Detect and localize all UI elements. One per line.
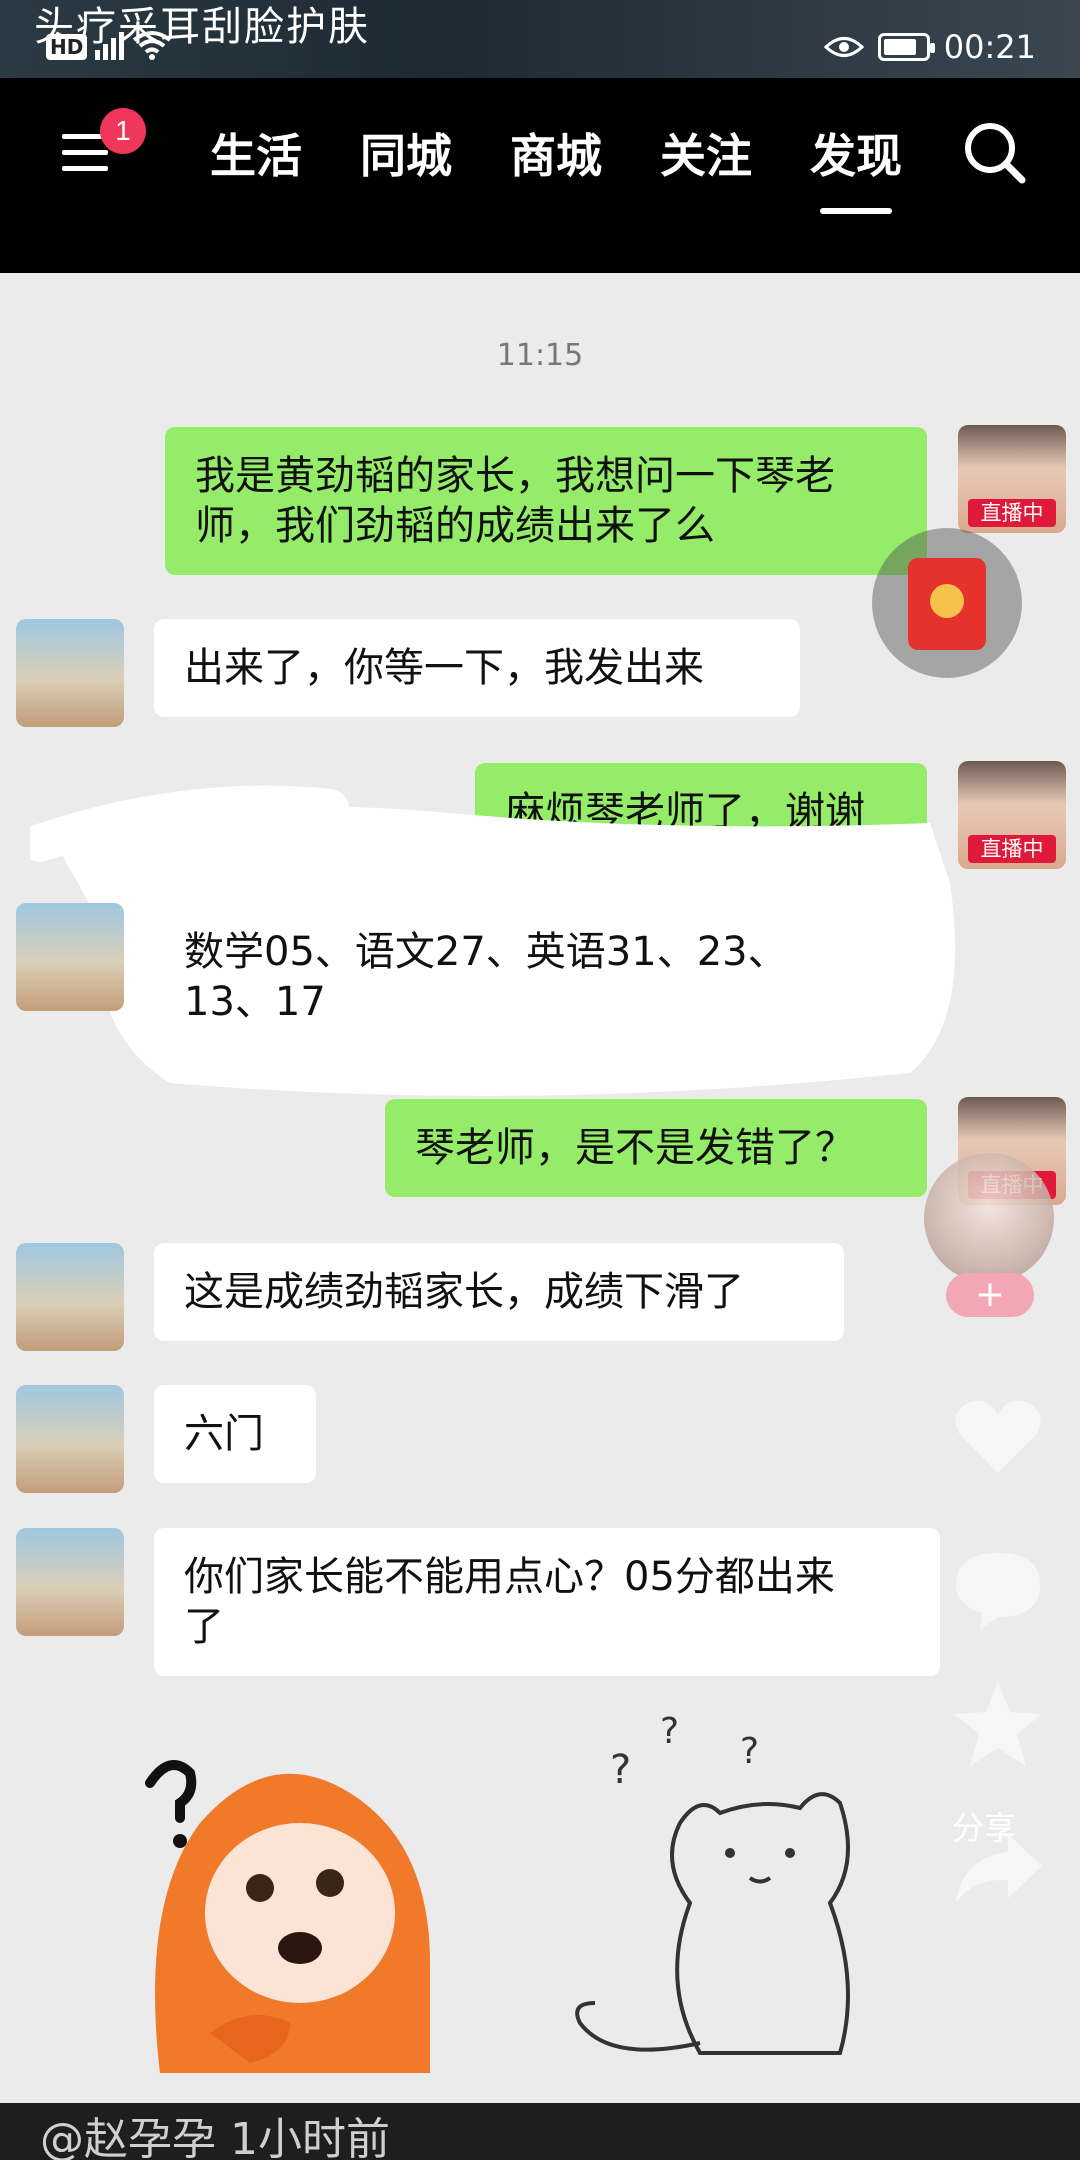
tab-discover[interactable]: 发现 [810, 120, 902, 214]
sticker-images: ? ? ? [145, 1711, 850, 2073]
tab-following[interactable]: 关注 [660, 120, 752, 186]
top-nav: 1 生活 同城 商城 关注 发现 [0, 78, 1080, 273]
message-bubble-other: 六门 [154, 1385, 316, 1483]
status-left: HD [46, 30, 172, 60]
clock: 00:21 [943, 28, 1036, 66]
avatar-teacher [16, 1243, 124, 1351]
live-tag: 直播中 [968, 499, 1056, 527]
avatar-teacher [16, 1528, 124, 1636]
message-bubble-other: 出来了，你等一下，我发出来 [154, 619, 800, 717]
tab-bar: 生活 同城 商城 关注 发现 [210, 120, 902, 214]
status-right: 00:21 [823, 28, 1036, 66]
svg-text:?: ? [610, 1747, 631, 1793]
chat-timestamp: 11:15 [496, 338, 584, 373]
chat-screenshot: 11:15 我是黄劲韬的家长，我想问一下琴老 师，我们劲韬的成绩出来了么 直播中… [0, 273, 1080, 2103]
search-icon[interactable] [960, 118, 1030, 188]
wifi-icon [133, 31, 172, 60]
message-bubble-other: 数学05、语文27、英语31、23、 13、17 [184, 929, 788, 1025]
status-bar: 头疗采耳刮脸护肤 HD 00:21 [0, 0, 1080, 78]
tab-mall[interactable]: 商城 [510, 120, 602, 186]
cat-sticker: ? ? ? [575, 1711, 850, 2055]
avatar-teacher [16, 619, 124, 727]
avatar-teacher [16, 1385, 124, 1493]
svg-text:?: ? [740, 1731, 759, 1772]
message-bubble-other: 这是成绩劲韬家长，成绩下滑了 [154, 1243, 844, 1341]
hd-badge: HD [46, 34, 88, 60]
comment-icon[interactable] [950, 1543, 1046, 1633]
battery-icon [877, 33, 935, 61]
live-avatar-icon[interactable] [924, 1153, 1054, 1283]
monkey-sticker [145, 1760, 430, 2073]
signal-icon [95, 30, 125, 60]
message-bubble-me: 我是黄劲韬的家长，我想问一下琴老 师，我们劲韬的成绩出来了么 [165, 427, 927, 575]
follow-plus-button[interactable]: + [946, 1273, 1034, 1317]
author-line: @赵孕孕 1小时前 [0, 2103, 1080, 2160]
tab-local[interactable]: 同城 [360, 120, 452, 186]
red-packet-icon[interactable] [872, 528, 1022, 678]
like-icon[interactable] [948, 1393, 1048, 1483]
message-bubble-me: 琴老师，是不是发错了？ [385, 1099, 927, 1197]
message-bubble-other: 你们家长能不能用点心？05分都出来 了 [154, 1528, 940, 1676]
eye-icon [823, 37, 864, 57]
favorite-star-icon[interactable] [950, 1678, 1046, 1770]
tab-life[interactable]: 生活 [210, 120, 302, 186]
svg-text:?: ? [660, 1711, 679, 1752]
share-label: 分享 [952, 1809, 1017, 1847]
avatar-me: 直播中 [958, 425, 1066, 533]
avatar-teacher [16, 903, 124, 1011]
notification-badge: 1 [100, 108, 146, 154]
